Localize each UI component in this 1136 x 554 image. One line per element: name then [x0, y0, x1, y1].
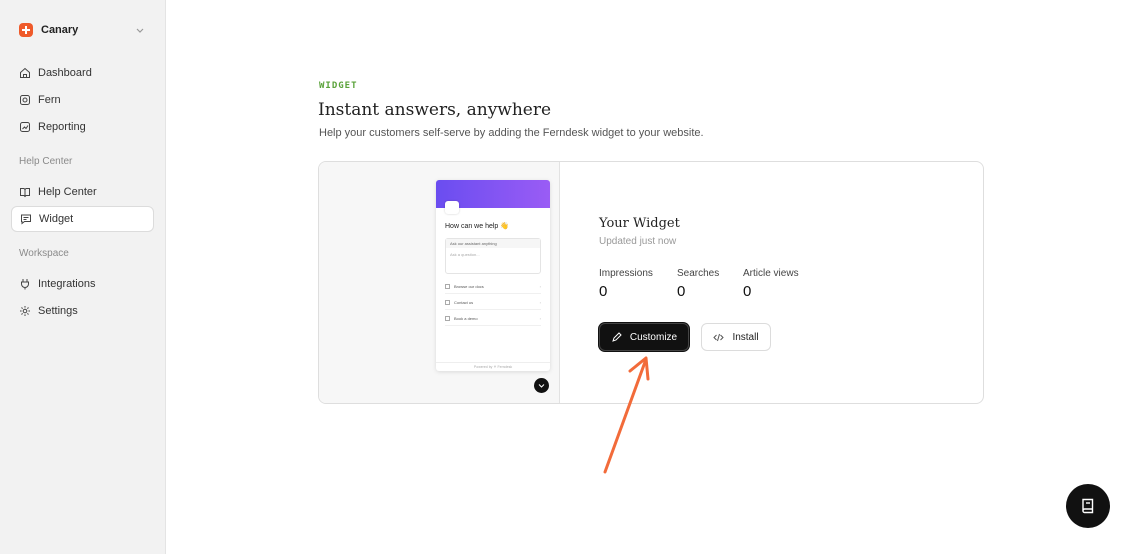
sidebar-item-integrations[interactable]: Integrations	[11, 271, 154, 297]
page-eyebrow: WIDGET	[319, 81, 358, 91]
stat-value: 0	[599, 283, 608, 300]
page-subtitle: Help your customers self-serve by adding…	[319, 127, 704, 139]
widget-preview-ask-label: Ask our assistant anything	[446, 239, 540, 248]
book-icon	[1082, 498, 1094, 514]
widget-card: How can we help 👋 Ask our assistant anyt…	[318, 161, 984, 404]
gear-icon	[20, 306, 30, 316]
widget-preview-link: Book a demo ›	[445, 312, 541, 326]
chevron-right-icon: ›	[539, 300, 541, 305]
fern-icon	[20, 95, 30, 105]
stat-label: Article views	[743, 268, 799, 279]
section-label-help-center: Help Center	[19, 156, 73, 167]
install-button-label: Install	[732, 331, 759, 343]
sidebar-item-fern[interactable]: Fern	[11, 87, 154, 113]
mail-icon	[445, 300, 450, 305]
stat-label: Impressions	[599, 268, 653, 279]
sidebar-item-dashboard[interactable]: Dashboard	[11, 60, 154, 86]
widget-preview-question: How can we help 👋	[445, 223, 509, 230]
stat-label: Searches	[677, 268, 720, 279]
canary-logo-icon	[19, 23, 33, 37]
sidebar-item-label: Integrations	[38, 278, 96, 290]
sidebar-item-label: Widget	[39, 213, 74, 225]
stat-impressions: Impressions 0	[599, 268, 653, 300]
widget-preview-link-label: Contact us	[454, 300, 474, 305]
workspace-switcher[interactable]: Canary	[11, 18, 154, 42]
stat-value: 0	[677, 283, 686, 300]
section-label-workspace: Workspace	[19, 248, 69, 259]
pencil-icon	[612, 331, 622, 342]
chevron-right-icon: ›	[539, 284, 541, 289]
sidebar-item-label: Dashboard	[38, 67, 92, 79]
chevron-down-icon	[136, 28, 144, 33]
help-launcher-button[interactable]	[1066, 484, 1110, 528]
widget-info: Your Widget Updated just now Impressions…	[560, 162, 983, 403]
widget-preview-link-label: Book a demo	[454, 316, 478, 321]
widget-preview-launcher-icon	[534, 378, 549, 393]
book-icon	[20, 188, 30, 198]
widget-preview-logo-icon	[445, 201, 459, 214]
chart-icon	[20, 122, 30, 132]
widget-preview-ask-placeholder: Ask a question...	[450, 252, 480, 257]
widget-preview-link-label: Browse our docs	[454, 284, 484, 289]
widget-preview: How can we help 👋 Ask our assistant anyt…	[319, 162, 560, 403]
sidebar-item-label: Reporting	[38, 121, 86, 133]
sidebar-item-reporting[interactable]: Reporting	[11, 114, 154, 140]
doc-icon	[445, 284, 450, 289]
install-button[interactable]: Install	[701, 323, 771, 351]
widget-updated: Updated just now	[599, 236, 677, 247]
main-content: WIDGET Instant answers, anywhere Help yo…	[166, 0, 1136, 554]
chevron-right-icon: ›	[539, 316, 541, 321]
stat-value: 0	[743, 283, 752, 300]
widget-preview-ask-box: Ask our assistant anything Ask a questio…	[445, 238, 541, 274]
sidebar: Canary Dashboard Fern Reporting Help Cen…	[0, 0, 166, 554]
customize-button-label: Customize	[629, 331, 678, 343]
sidebar-item-label: Help Center	[38, 186, 97, 198]
code-icon	[713, 333, 725, 341]
sidebar-item-label: Settings	[38, 305, 78, 317]
sidebar-item-label: Fern	[38, 94, 61, 106]
sidebar-item-help-center[interactable]: Help Center	[11, 179, 154, 205]
widget-preview-footer: Powered by ⚘ Ferndesk	[436, 362, 550, 371]
calendar-icon	[445, 316, 450, 321]
chat-icon	[21, 214, 31, 225]
page-title: Instant answers, anywhere	[318, 100, 552, 120]
widget-preview-link: Browse our docs ›	[445, 280, 541, 294]
widget-preview-link: Contact us ›	[445, 296, 541, 310]
workspace-name: Canary	[41, 24, 79, 36]
sidebar-item-settings[interactable]: Settings	[11, 298, 154, 324]
widget-preview-window: How can we help 👋 Ask our assistant anyt…	[436, 180, 550, 371]
stat-article-views: Article views 0	[743, 268, 799, 300]
customize-button[interactable]: Customize	[599, 323, 689, 351]
sidebar-item-widget[interactable]: Widget	[11, 206, 154, 232]
widget-title: Your Widget	[599, 216, 680, 231]
plug-icon	[21, 279, 29, 290]
stat-searches: Searches 0	[677, 268, 719, 300]
home-icon	[20, 67, 30, 78]
